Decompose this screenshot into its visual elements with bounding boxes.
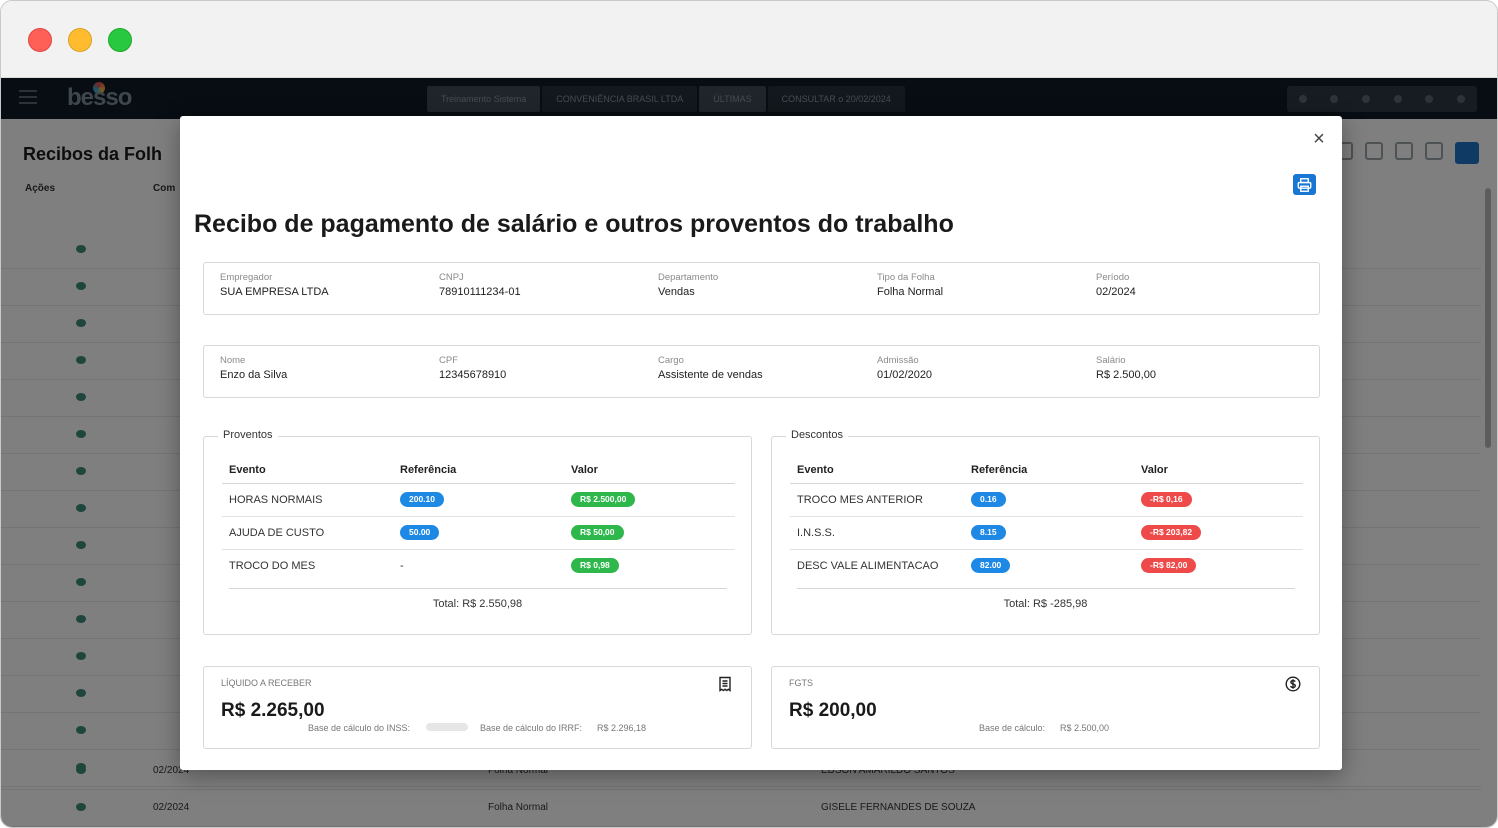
- maximize-window-button[interactable]: [108, 28, 132, 52]
- inss-base-loading: [426, 723, 468, 731]
- reference-chip: 200.10: [400, 492, 444, 507]
- divider: [229, 588, 727, 589]
- inss-base-label: Base de cálculo do INSS:: [308, 723, 411, 733]
- table-row: I.N.S.S. 8.15 -R$ 203,82: [790, 516, 1303, 550]
- company-info-card: Empregador SUA EMPRESA LTDA CNPJ 789101112…: [203, 262, 1320, 315]
- table-row: TROCO DO MES - R$ 0,98: [222, 549, 735, 582]
- printer-icon: [1297, 177, 1312, 192]
- department-label: Departamento: [658, 272, 719, 283]
- cpf-label: CPF: [439, 355, 458, 366]
- table-row: AJUDA DE CUSTO 50.00 R$ 50,00: [222, 516, 735, 550]
- cnpj-label: CNPJ: [439, 272, 464, 283]
- value-chip: R$ 2.500,00: [571, 492, 636, 507]
- role-label: Cargo: [658, 355, 684, 366]
- column-header-event: Evento: [790, 457, 964, 484]
- fgts-base-label: Base de cálculo:: [979, 723, 1046, 733]
- column-header-reference: Referência: [964, 457, 1134, 484]
- fgts-label: FGTS: [789, 678, 813, 688]
- reference-chip: 0.16: [971, 492, 1006, 507]
- close-window-button[interactable]: [28, 28, 52, 52]
- table-row: HORAS NORMAIS 200.10 R$ 2.500,00: [222, 483, 735, 517]
- column-header-value: Valor: [1134, 457, 1303, 484]
- value-chip: -R$ 0,16: [1141, 492, 1192, 507]
- table-row: TROCO MES ANTERIOR 0.16 -R$ 0,16: [790, 483, 1303, 517]
- admission-value: 01/02/2020: [877, 369, 933, 381]
- deductions-group: Descontos Evento Referência Valor TROCO …: [771, 429, 1320, 635]
- value-chip: -R$ 203,82: [1141, 525, 1202, 540]
- value-chip: R$ 50,00: [571, 525, 624, 540]
- column-header-value: Valor: [564, 457, 735, 484]
- minimize-window-button[interactable]: [68, 28, 92, 52]
- reference-cell: -: [400, 559, 404, 572]
- fgts-base-value: R$ 2.500,00: [1060, 723, 1110, 733]
- deductions-table: Evento Referência Valor TROCO MES ANTERI…: [790, 457, 1303, 582]
- event-cell: DESC VALE ALIMENTACAO: [797, 559, 939, 572]
- irrf-base-label: Base de cálculo do IRRF:: [480, 723, 583, 733]
- cnpj-value: 78910111234-01: [439, 286, 521, 298]
- fgts-value: R$ 200,00: [789, 700, 877, 721]
- divider: [797, 588, 1295, 589]
- name-value: Enzo da Silva: [220, 369, 288, 381]
- earnings-table: Evento Referência Valor HORAS NORMAIS 20…: [222, 457, 735, 582]
- payroll-type-value: Folha Normal: [877, 286, 944, 298]
- close-icon[interactable]: ×: [1310, 129, 1328, 149]
- modal-title: Recibo de pagamento de salário e outros …: [194, 210, 954, 238]
- value-chip: R$ 0,98: [571, 558, 619, 574]
- net-pay-value: R$ 2.265,00: [221, 700, 325, 721]
- reference-chip: 82.00: [971, 558, 1011, 574]
- deductions-total: Total: R$ -285,98: [1003, 598, 1088, 610]
- browser-window: besso Treinamento Sistema CONVENIÊNCIA B…: [0, 0, 1498, 828]
- period-value: 02/2024: [1096, 286, 1136, 298]
- period-label: Período: [1096, 272, 1130, 283]
- employee-info-card: Nome Enzo da Silva CPF 12345678910 Cargo As…: [203, 345, 1320, 398]
- column-header-event: Evento: [222, 457, 393, 484]
- receipt-icon: [719, 676, 731, 692]
- fgts-card: FGTS R$ 200,00 Base de cálculo: R$ 2.500…: [771, 666, 1320, 749]
- name-label: Nome: [220, 355, 246, 366]
- earnings-total: Total: R$ 2.550,98: [432, 598, 523, 610]
- event-cell: TROCO DO MES: [229, 559, 316, 572]
- net-pay-label: Líquido a receber: [221, 678, 312, 688]
- salary-value: R$ 2.500,00: [1096, 369, 1156, 381]
- employer-label: Empregador: [220, 272, 273, 283]
- table-row: DESC VALE ALIMENTACAO 82.00 -R$ 82,00: [790, 549, 1303, 582]
- value-chip: -R$ 82,00: [1141, 558, 1197, 574]
- reference-chip: 8.15: [971, 525, 1006, 540]
- net-pay-card: Líquido a receber R$ 2.265,00 Base de cá…: [203, 666, 752, 749]
- irrf-base-value: R$ 2.296,18: [597, 723, 647, 733]
- reference-chip: 50.00: [400, 525, 440, 540]
- deductions-legend: Descontos: [786, 429, 848, 441]
- event-cell: HORAS NORMAIS: [222, 483, 393, 517]
- event-cell: I.N.S.S.: [790, 516, 964, 550]
- event-cell: AJUDA DE CUSTO: [222, 516, 393, 550]
- dollar-circle-icon: [1285, 676, 1301, 692]
- department-value: Vendas: [658, 286, 695, 298]
- column-header-reference: Referência: [393, 457, 564, 484]
- print-button[interactable]: [1293, 174, 1316, 195]
- payslip-modal: × Recibo de pagamento de salário e outro…: [180, 116, 1342, 770]
- earnings-legend: Proventos: [218, 429, 278, 441]
- event-cell: TROCO MES ANTERIOR: [790, 483, 964, 517]
- role-value: Assistente de vendas: [658, 369, 763, 381]
- earnings-group: Proventos Evento Referência Valor HORAS …: [203, 429, 752, 635]
- employer-value: SUA EMPRESA LTDA: [220, 286, 329, 298]
- payroll-type-label: Tipo da Folha: [877, 272, 935, 283]
- salary-label: Salário: [1096, 355, 1126, 366]
- title-bar: [1, 1, 1497, 78]
- cpf-value: 12345678910: [439, 369, 507, 381]
- admission-label: Admissão: [877, 355, 919, 366]
